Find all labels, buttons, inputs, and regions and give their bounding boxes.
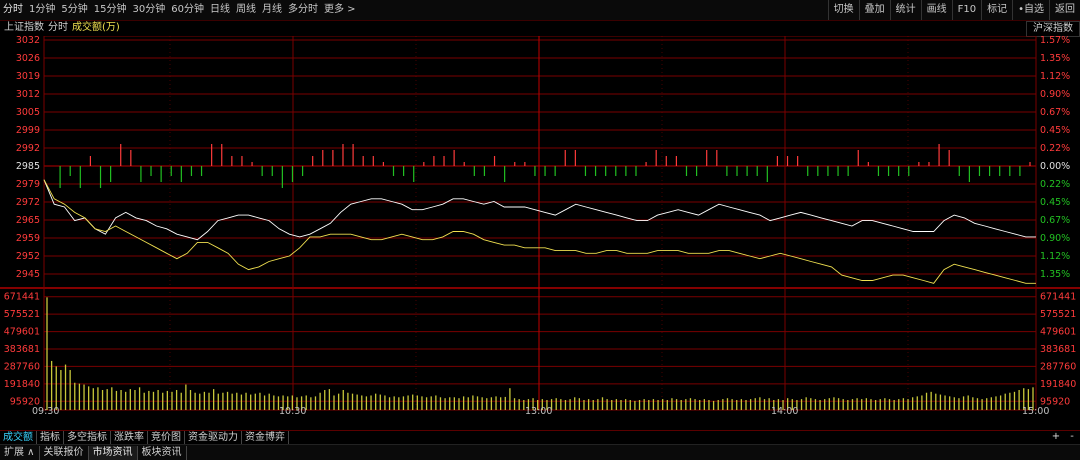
period-tab[interactable]: 日线 [207, 0, 233, 20]
period-tab[interactable]: 多分时 [285, 0, 321, 20]
pct-axis-label: 0.22% [1040, 143, 1070, 154]
indicator-tab[interactable]: 指标 [37, 431, 64, 444]
volume-axis-label: 287760 [1040, 361, 1076, 372]
volume-axis-label: 383681 [1040, 344, 1076, 355]
time-label: 13:00 [525, 406, 552, 417]
period-tabs: 分时 1分钟 5分钟 15分钟 30分钟 60分钟 日线 周线 月线 多分时 更多 > [0, 0, 359, 20]
time-label: 14:00 [771, 406, 798, 417]
volume-axis-label: 671441 [1040, 292, 1076, 303]
indicator-tab[interactable]: 成交额 [0, 431, 37, 444]
period-tab[interactable]: 60分钟 [168, 0, 207, 20]
time-label: 09:30 [32, 406, 59, 417]
pct-axis-label: 0.90% [1040, 89, 1070, 100]
price-axis-label: 3026 [16, 53, 40, 64]
period-toolbar: 分时 1分钟 5分钟 15分钟 30分钟 60分钟 日线 周线 月线 多分时 更多 > 切换 叠加 统计… [0, 0, 1080, 21]
indicator-tab[interactable]: 涨跌率 [111, 431, 148, 444]
chart-grid [0, 36, 1080, 411]
indicator-tabs: 成交额 指标 多空指标 涨跌率 竞价图 资金驱动力 资金博弈 [0, 431, 289, 444]
toolbar-button[interactable]: 叠加 [858, 0, 890, 20]
pct-axis-label: 0.45% [1040, 125, 1070, 136]
price-axis-label: 2999 [16, 125, 40, 136]
price-axis-label: 2965 [16, 215, 40, 226]
indicator-tab[interactable]: 资金驱动力 [185, 431, 242, 444]
price-axis-label: 3032 [16, 36, 40, 46]
price-axis-label: 2952 [16, 251, 40, 262]
mode-label: 分时 [48, 22, 68, 33]
volume-axis-label: 575521 [4, 309, 40, 320]
metric-label: 成交额(万) [72, 22, 120, 33]
period-tab[interactable]: 更多 > [321, 0, 359, 20]
price-axis-label: 2979 [16, 179, 40, 190]
panel-tab[interactable]: 市场资讯 [88, 445, 138, 460]
indicator-tab[interactable]: 资金博弈 [242, 431, 289, 444]
zoom-out-button[interactable]: - [1064, 431, 1080, 442]
volume-axis-label: 287760 [4, 361, 40, 372]
panel-tab[interactable]: 板块资讯 [138, 445, 187, 460]
volume-axis-label: 671441 [4, 292, 40, 303]
toolbar-right-buttons: 切换 叠加 统计 画线 F10 标记 •自选 返回 [827, 0, 1080, 20]
indicator-tab[interactable]: 竞价图 [148, 431, 185, 444]
toolbar-button[interactable]: •自选 [1012, 0, 1049, 20]
period-tab[interactable]: 15分钟 [91, 0, 130, 20]
overlay-index-button[interactable]: 沪深指数 [1026, 21, 1080, 37]
zoom-controls: + - [1048, 431, 1080, 442]
pct-axis-label: 0.00% [1040, 161, 1070, 172]
time-label: 15:00 [1022, 406, 1049, 417]
price-axis-label: 2985 [16, 161, 40, 172]
toolbar-button[interactable]: 切换 [827, 0, 859, 20]
panel-tabs: 扩展 ∧ 关联报价 市场资讯 板块资讯 [0, 445, 187, 460]
volume-axis-label: 191840 [1040, 379, 1076, 390]
panel-tab[interactable]: 关联报价 [40, 445, 89, 460]
chart-frame [43, 36, 1037, 411]
price-axis-label: 2959 [16, 233, 40, 244]
toolbar-button[interactable]: 统计 [889, 0, 921, 20]
volume-axis-label: 575521 [1040, 309, 1076, 320]
period-tab[interactable]: 1分钟 [26, 0, 58, 20]
volume-axis-label: 383681 [4, 344, 40, 355]
price-axis-label: 3019 [16, 71, 40, 82]
zoom-in-button[interactable]: + [1048, 431, 1064, 442]
period-tab[interactable]: 5分钟 [58, 0, 90, 20]
pct-axis-label: 1.12% [1040, 251, 1070, 262]
pct-axis-label: 0.67% [1040, 215, 1070, 226]
panel-tabbar: 扩展 ∧ 关联报价 市场资讯 板块资讯 [0, 444, 1080, 460]
intraday-chart[interactable]: 3032 1.57% 3026 1.35% 3019 1.12% 3012 0.90% 3005… [0, 36, 1080, 430]
volume-axis-label: 191840 [4, 379, 40, 390]
chart-subheader: 上证指数 分时 成交额(万) 沪深指数 [0, 20, 1080, 37]
pct-axis-label: 0.90% [1040, 233, 1070, 244]
period-tab[interactable]: 周线 [233, 0, 259, 20]
period-tab[interactable]: 分时 [0, 0, 26, 20]
axis-labels: 3032 1.57% 3026 1.35% 3019 1.12% 3012 0.90% 3005… [4, 36, 1077, 417]
pct-axis-label: 0.22% [1040, 179, 1070, 190]
indicator-tab[interactable]: 多空指标 [64, 431, 111, 444]
pct-axis-label: 1.12% [1040, 71, 1070, 82]
price-axis-label: 2945 [16, 269, 40, 280]
panel-tab[interactable]: 扩展 ∧ [0, 445, 40, 460]
price-axis-label: 2972 [16, 197, 40, 208]
volume-axis-label: 479601 [1040, 327, 1076, 338]
price-lines [43, 179, 1036, 284]
time-label: 10:30 [279, 406, 306, 417]
volume-axis-label: 479601 [4, 327, 40, 338]
pct-axis-label: 1.57% [1040, 36, 1070, 46]
average-line [43, 179, 1036, 284]
pct-axis-label: 0.45% [1040, 197, 1070, 208]
price-axis-label: 3012 [16, 89, 40, 100]
price-line [43, 179, 1036, 241]
price-axis-label: 2992 [16, 143, 40, 154]
index-name: 上证指数 [4, 22, 44, 33]
indicator-tabbar: 成交额 指标 多空指标 涨跌率 竞价图 资金驱动力 资金博弈 + - [0, 430, 1080, 444]
pct-axis-label: 0.67% [1040, 107, 1070, 118]
period-tab[interactable]: 月线 [259, 0, 285, 20]
toolbar-button[interactable]: 标记 [981, 0, 1012, 20]
period-tab[interactable]: 30分钟 [129, 0, 168, 20]
pct-axis-label: 1.35% [1040, 269, 1070, 280]
price-axis-label: 3005 [16, 107, 40, 118]
toolbar-button[interactable]: 画线 [920, 0, 952, 20]
toolbar-button[interactable]: 返回 [1049, 0, 1080, 20]
pct-axis-label: 1.35% [1040, 53, 1070, 64]
toolbar-button[interactable]: F10 [951, 0, 981, 20]
